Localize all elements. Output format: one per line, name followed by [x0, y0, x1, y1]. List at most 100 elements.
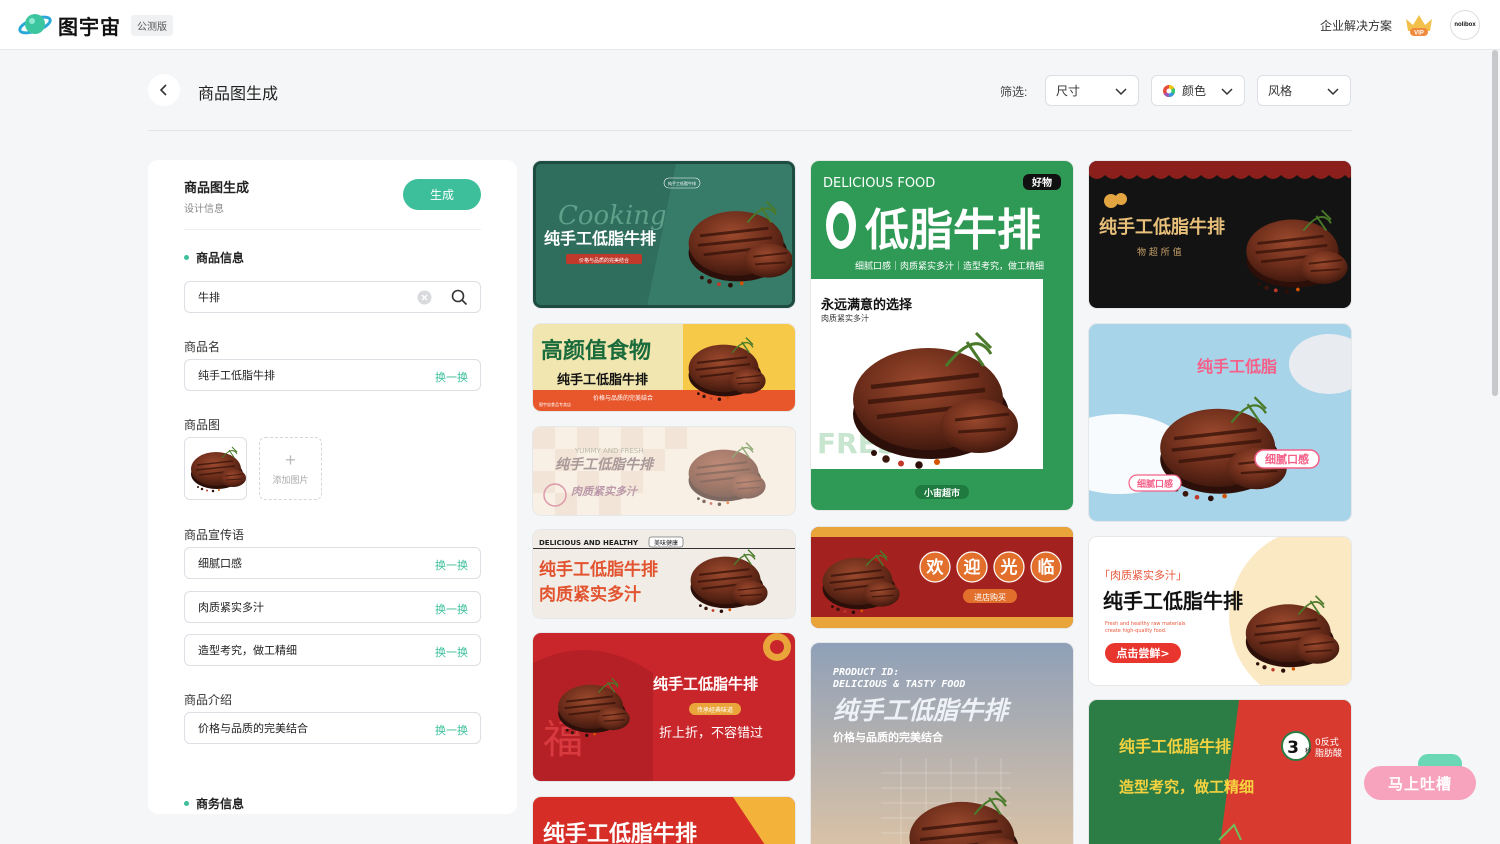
intro-field[interactable]: 价格与品质的完美结合 换一换 — [184, 712, 481, 744]
card13-sub: 造型考究，做工精细 — [1119, 778, 1254, 796]
card3-title: 纯手工低脂牛排 — [555, 456, 655, 473]
slogan-field-1[interactable]: 细腻口感 换一换 — [184, 547, 481, 579]
swap-slogan-1-button[interactable]: 换一换 — [435, 557, 468, 573]
card12-en1: Fresh and healthy raw materials — [1105, 621, 1186, 627]
card2-head: 高颜值食物 — [541, 338, 651, 364]
design-info-panel: 商品图生成 设计信息 生成 商品信息 牛排 商品名 纯手工低脂牛排 换一换 商品… — [148, 160, 517, 814]
product-name-value: 纯手工低脂牛排 — [198, 370, 275, 382]
card8-char-3: 光 — [1000, 557, 1018, 578]
page-scrollbar[interactable] — [1492, 50, 1498, 396]
enterprise-solutions-link[interactable]: 企业解决方案 — [1320, 17, 1392, 34]
card8-button: 进店购买 — [974, 592, 1006, 602]
template-preview-12: 「肉质紧实多汁」 纯手工低脂牛排 Fresh and healthy raw m… — [1089, 537, 1351, 685]
swap-slogan-3-button[interactable]: 换一换 — [435, 644, 468, 660]
template-card-7[interactable]: DELICIOUS FOOD 好物 低脂牛排 细腻口感｜肉质紧实多汁｜造型考究，… — [811, 161, 1073, 510]
filter-label: 筛选: — [1000, 85, 1028, 99]
card7-choice: 永远满意的选择 — [820, 297, 913, 313]
card12-button: 点击尝鲜> — [1116, 646, 1169, 660]
card12-title: 纯手工低脂牛排 — [1103, 589, 1243, 613]
template-preview-7: DELICIOUS FOOD 好物 低脂牛排 细腻口感｜肉质紧实多汁｜造型考究，… — [811, 161, 1073, 510]
product-info-title: 商品信息 — [196, 251, 245, 265]
card7-choice-sub: 肉质紧实多汁 — [821, 313, 869, 323]
template-preview-3: YUMMY AND FRESH 纯手工低脂牛排 肉质紧实多汁 — [533, 427, 795, 515]
add-image-button[interactable]: + 添加图片 — [259, 437, 322, 500]
template-preview-13: 纯手工低脂牛排 造型考究，做工精细 3 秒 0反式 脂肪酸 — [1089, 700, 1351, 844]
slogan-field-3[interactable]: 造型考究，做工精细 换一换 — [184, 634, 481, 666]
slogan-value-3: 造型考究，做工精细 — [198, 645, 297, 657]
slogan-field-2[interactable]: 肉质紧实多汁 换一换 — [184, 591, 481, 623]
card5-tag: 传承经典味道 — [697, 706, 733, 714]
chevron-down-icon — [1221, 88, 1233, 96]
template-card-1[interactable]: Cooking 纯手工低脂牛排 价格与品质的完美结合 纯手工低脂牛排 — [533, 161, 795, 308]
chevron-down-icon — [1115, 88, 1127, 96]
color-filter-select[interactable]: 颜色 — [1151, 75, 1245, 106]
template-card-2[interactable]: 高颜值食物 纯手工低脂牛排 价格与品质的完美结合 图宇宙食品专卖店 — [533, 324, 795, 411]
card10-sub: 物 超 所 值 — [1137, 246, 1182, 258]
business-info-section-title: 商务信息 — [184, 795, 244, 812]
card7-en: DELICIOUS FOOD — [823, 176, 935, 191]
feedback-button[interactable]: 马上吐槽 — [1364, 766, 1476, 800]
template-card-3[interactable]: YUMMY AND FRESH 纯手工低脂牛排 肉质紧实多汁 — [533, 427, 795, 515]
style-filter-value: 风格 — [1268, 84, 1293, 98]
search-icon[interactable] — [451, 289, 468, 306]
product-search-input[interactable]: 牛排 — [184, 281, 481, 313]
card5-title: 纯手工低脂牛排 — [653, 675, 758, 693]
beta-badge: 公测版 — [131, 14, 173, 36]
product-name-field[interactable]: 纯手工低脂牛排 换一换 — [184, 359, 481, 391]
swap-slogan-2-button[interactable]: 换一换 — [435, 601, 468, 617]
template-card-10[interactable]: 纯手工低脂牛排 物 超 所 值 — [1089, 161, 1351, 308]
swap-product-name-button[interactable]: 换一换 — [435, 369, 468, 385]
template-card-11[interactable]: 纯手工低脂 细腻口感 细腻口感 — [1089, 324, 1351, 521]
card13-num: 3 — [1287, 738, 1299, 758]
template-preview-11: 纯手工低脂 细腻口感 细腻口感 — [1089, 324, 1351, 521]
product-info-section-title: 商品信息 — [184, 249, 244, 266]
feedback-label: 马上吐槽 — [1387, 775, 1452, 793]
clear-icon[interactable] — [417, 290, 432, 305]
card1-ribbon: 价格与品质的完美结合 — [579, 257, 629, 264]
card13-badge1: 0反式 — [1315, 736, 1339, 748]
template-card-8[interactable]: 欢 迎 光 临 进店购买 — [811, 527, 1073, 628]
product-image-thumbnail[interactable] — [184, 437, 247, 500]
slogan-value-2: 肉质紧实多汁 — [198, 602, 264, 614]
vip-label: VIP — [1414, 31, 1424, 37]
template-preview-6: 纯手工低脂牛排 — [533, 797, 795, 844]
template-preview-8: 欢 迎 光 临 进店购买 — [811, 527, 1073, 628]
swap-intro-button[interactable]: 换一换 — [435, 722, 468, 738]
template-preview-5: 福 纯手工低脂牛排 传承经典味道 折上折，不容错过 — [533, 633, 795, 781]
style-filter-select[interactable]: 风格 — [1257, 75, 1351, 106]
section-dot-icon — [184, 255, 189, 260]
card9-title: 纯手工低脂牛排 — [833, 696, 1012, 725]
size-filter-select[interactable]: 尺寸 — [1045, 75, 1139, 106]
template-card-13[interactable]: 纯手工低脂牛排 造型考究，做工精细 3 秒 0反式 脂肪酸 — [1089, 700, 1351, 844]
slogan-label: 商品宣传语 — [184, 528, 245, 542]
card8-char-4: 临 — [1038, 557, 1055, 578]
card9-en1: PRODUCT ID: — [833, 667, 899, 678]
user-avatar[interactable]: nolibox — [1450, 10, 1480, 40]
template-card-12[interactable]: 「肉质紧实多汁」 纯手工低脂牛排 Fresh and healthy raw m… — [1089, 537, 1351, 685]
template-preview-9: PRODUCT ID: DELICIOUS & TASTY FOOD 纯手工低脂… — [811, 643, 1073, 844]
card7-sub: 细腻口感｜肉质紧实多汁｜造型考究，做工精细 — [855, 260, 1044, 272]
chevron-down-icon — [1327, 88, 1339, 96]
logo[interactable]: 图宇宙 公测版 — [18, 10, 173, 40]
intro-value: 价格与品质的完美结合 — [198, 723, 308, 735]
card11-arc: 纯手工低脂 — [1197, 357, 1277, 376]
template-card-9[interactable]: PRODUCT ID: DELICIOUS & TASTY FOOD 纯手工低脂… — [811, 643, 1073, 844]
card3-en: YUMMY AND FRESH — [574, 447, 644, 455]
chevron-left-icon — [159, 84, 167, 96]
card13-badge2: 脂肪酸 — [1315, 747, 1342, 759]
card4-tag: 美味健康 — [654, 539, 678, 547]
vip-crown-icon[interactable]: VIP — [1404, 13, 1434, 37]
template-card-4[interactable]: DELICIOUS AND HEALTHY 美味健康 纯手工低脂牛排 肉质紧实多… — [533, 530, 795, 618]
back-button[interactable] — [148, 74, 180, 106]
plus-icon: + — [285, 450, 296, 470]
card4-line2: 肉质紧实多汁 — [539, 584, 641, 605]
card12-en2: create high-quality food. — [1105, 628, 1167, 634]
template-preview-10: 纯手工低脂牛排 物 超 所 值 — [1089, 161, 1351, 308]
generate-button[interactable]: 生成 — [403, 179, 481, 210]
size-filter-value: 尺寸 — [1056, 84, 1081, 98]
template-card-6[interactable]: 纯手工低脂牛排 — [533, 797, 795, 844]
header-divider — [148, 130, 1352, 131]
template-card-5[interactable]: 福 纯手工低脂牛排 传承经典味道 折上折，不容错过 — [533, 633, 795, 781]
search-value: 牛排 — [198, 292, 220, 304]
template-preview-1: Cooking 纯手工低脂牛排 价格与品质的完美结合 纯手工低脂牛排 — [536, 164, 792, 305]
